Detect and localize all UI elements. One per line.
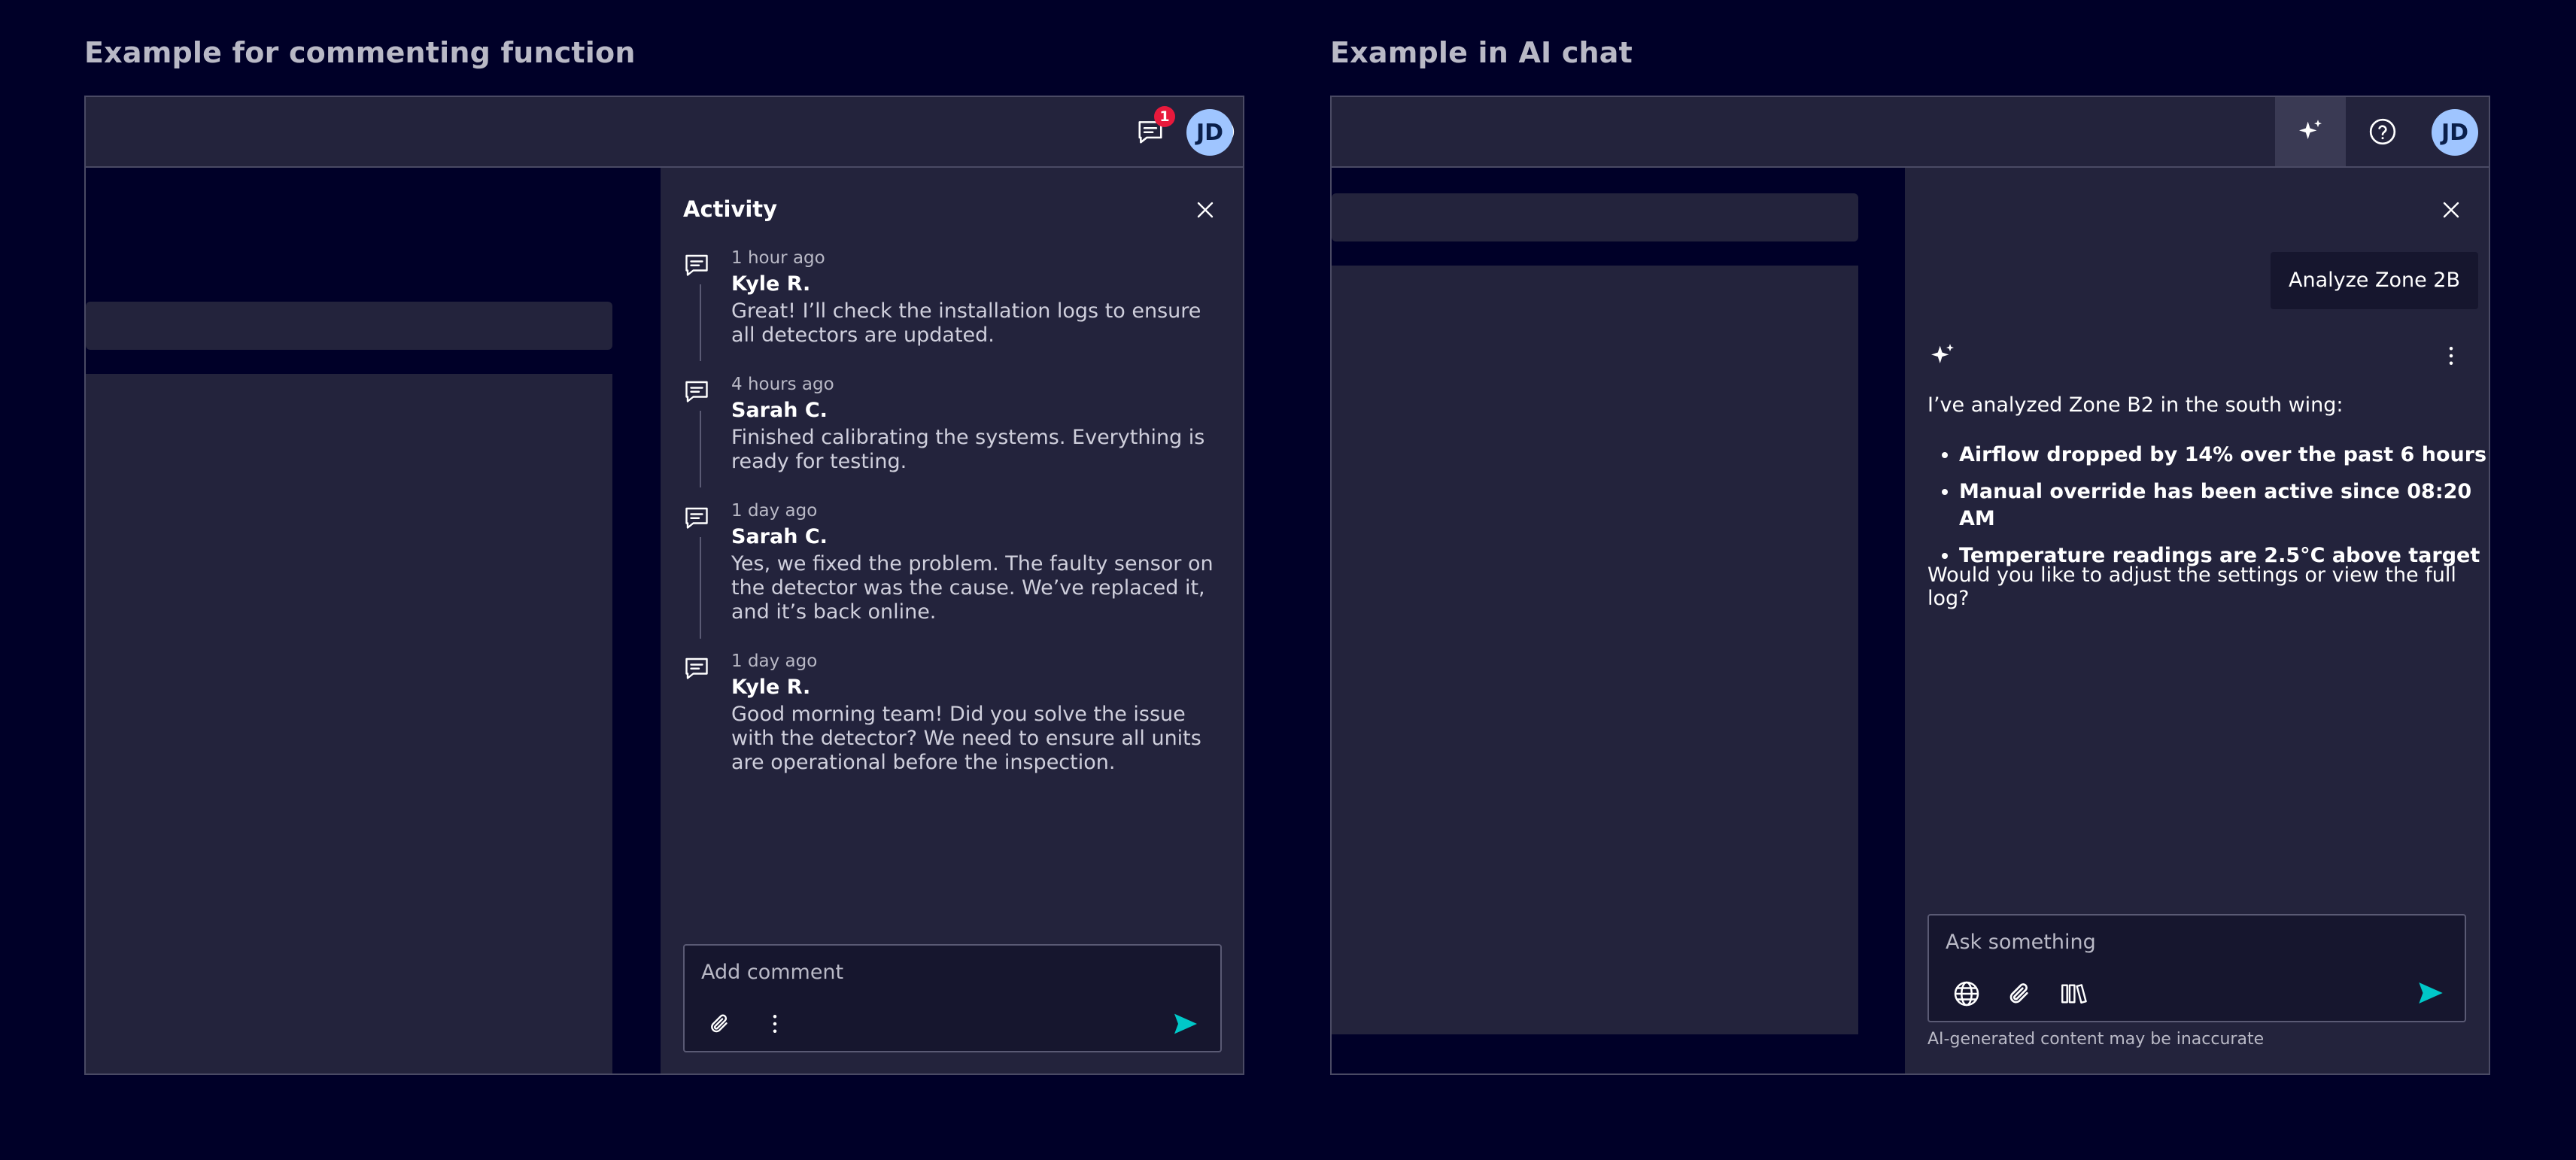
send-icon[interactable] [1171, 1009, 1201, 1039]
activity-text: Great! I’ll check the installation logs … [731, 299, 1201, 347]
section-title-ai-chat: Example in AI chat [1330, 36, 1633, 69]
activity-text: Yes, we fixed the problem. The faulty se… [731, 552, 1214, 624]
activity-item: 1 hour ago Kyle R. Great! I’ll check the… [683, 248, 1228, 369]
ai-sparkle-icon [1931, 344, 1954, 363]
section-title-commenting: Example for commenting function [84, 36, 636, 69]
activity-item: 1 day ago Kyle R. Good morning team! Did… [683, 651, 1228, 794]
send-icon[interactable] [2415, 977, 2447, 1009]
placeholder-content [86, 374, 612, 1073]
close-icon[interactable] [1192, 196, 1219, 223]
timeline-line [700, 284, 701, 361]
ai-assistant-button[interactable] [2275, 97, 2346, 166]
more-options-icon[interactable] [2438, 342, 2465, 369]
attachment-icon[interactable] [707, 1010, 734, 1037]
activity-time: 4 hours ago [731, 375, 834, 394]
activity-time: 1 day ago [731, 501, 818, 521]
user-message: Analyze Zone 2B [2271, 252, 2478, 309]
ai-finding: Manual override has been active since 08… [1959, 478, 2489, 533]
comment-input[interactable]: Add comment [683, 944, 1222, 1052]
ai-chat-panel: Analyze Zone 2B I’ve analyzed Zone B2 in… [1905, 168, 2489, 1073]
comments-button[interactable]: 1 [1115, 97, 1186, 166]
comment-placeholder: Add comment [701, 961, 844, 984]
ai-disclaimer: AI-generated content may be inaccurate [1927, 1030, 2265, 1049]
globe-icon[interactable] [1952, 979, 1982, 1009]
ai-chat-app-frame: JD Analyze Zone 2B I’ve analyzed Zone B2… [1330, 96, 2490, 1075]
ai-findings-list: Airflow dropped by 14% over the past 6 h… [1927, 442, 2489, 579]
activity-item: 1 day ago Sarah C. Yes, we fixed the pro… [683, 501, 1228, 644]
activity-author: Kyle R. [731, 272, 811, 296]
more-options-icon[interactable] [761, 1010, 788, 1037]
placeholder-bar [86, 302, 612, 350]
comment-icon [685, 381, 708, 402]
activity-panel: Activity 1 hour ago Kyle R. Great! I’ll … [661, 168, 1243, 1073]
comment-icon [685, 657, 708, 679]
activity-author: Sarah C. [731, 525, 828, 548]
user-avatar[interactable]: JD [1186, 109, 1233, 156]
placeholder-bar [1332, 193, 1858, 241]
sparkle-icon [2299, 120, 2322, 139]
comment-icon [685, 507, 708, 529]
activity-text: Good morning team! Did you solve the iss… [731, 703, 1201, 774]
ai-finding: Airflow dropped by 14% over the past 6 h… [1959, 442, 2489, 469]
notification-badge: 1 [1154, 106, 1175, 127]
chat-input[interactable]: Ask something [1927, 914, 2466, 1022]
app-header: 1 JD [86, 97, 1243, 168]
activity-text: Finished calibrating the systems. Everyt… [731, 426, 1205, 473]
help-button[interactable] [2347, 97, 2418, 166]
chat-placeholder: Ask something [1946, 931, 2096, 954]
activity-time: 1 hour ago [731, 248, 825, 268]
ai-question-text: Would you like to adjust the settings or… [1927, 563, 2456, 610]
activity-time: 1 day ago [731, 651, 818, 671]
activity-title: Activity [683, 196, 778, 222]
activity-author: Sarah C. [731, 399, 828, 422]
user-avatar[interactable]: JD [2432, 109, 2478, 156]
help-icon [2369, 118, 2396, 145]
commenting-app-frame: 1 JD Activity 1 hour ago Kyle R. Great! … [84, 96, 1244, 1075]
ai-intro-text: I’ve analyzed Zone B2 in the south wing: [1927, 393, 2344, 417]
timeline-line [700, 411, 701, 487]
library-icon[interactable] [2060, 979, 2091, 1009]
placeholder-content [1332, 266, 1858, 1034]
close-icon[interactable] [2438, 196, 2465, 223]
timeline-line [700, 537, 701, 639]
attachment-icon[interactable] [2006, 979, 2036, 1009]
activity-item: 4 hours ago Sarah C. Finished calibratin… [683, 375, 1228, 495]
comment-icon [685, 254, 708, 276]
app-header: JD [1332, 97, 2489, 168]
activity-author: Kyle R. [731, 676, 811, 699]
